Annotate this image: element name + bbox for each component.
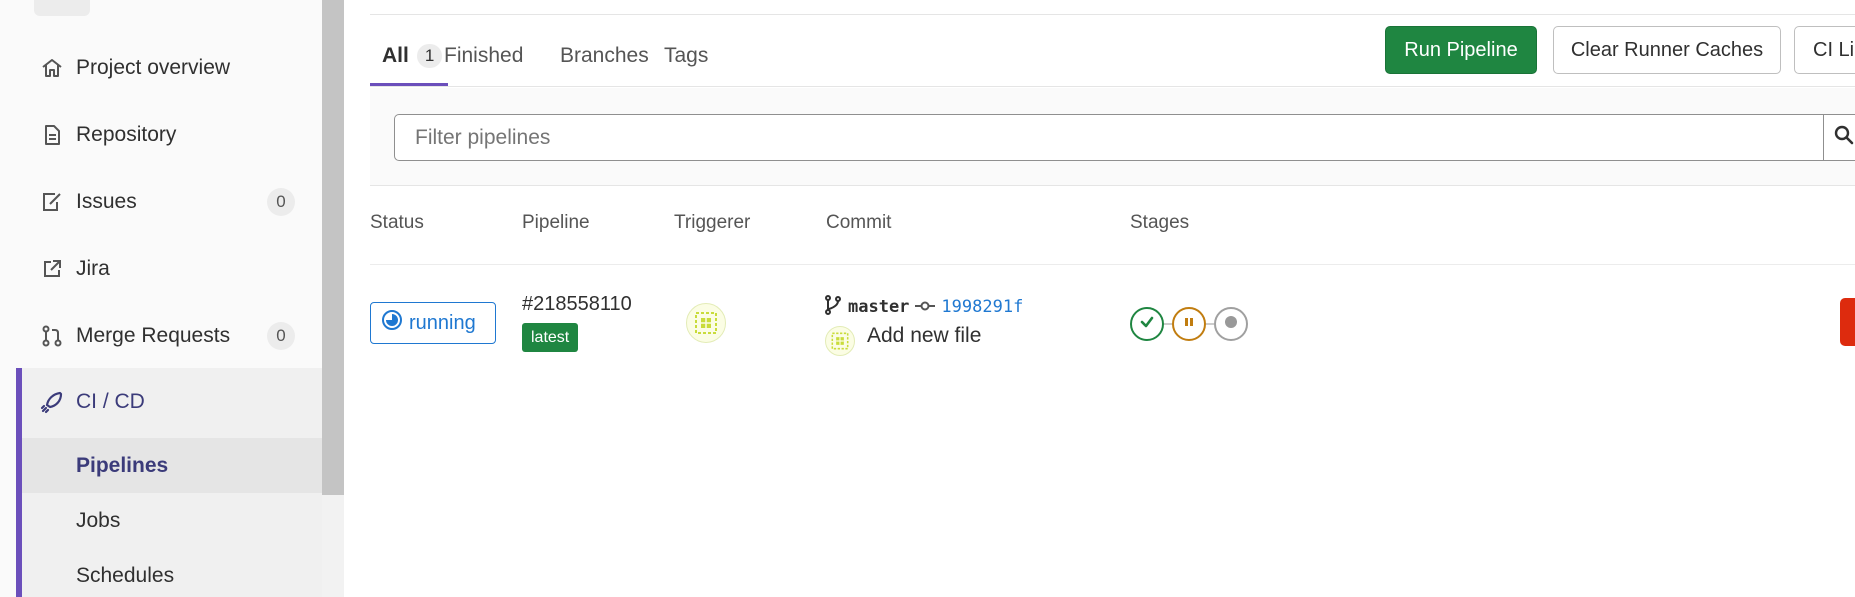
branch-name-link[interactable]: master [848, 297, 909, 317]
sidebar-subitem-label: Jobs [76, 508, 121, 532]
branch-icon [824, 294, 842, 320]
pipelines-page: All 1 Finished Branches Tags Run Pipelin… [344, 0, 1855, 597]
sidebar-item-label: Project overview [76, 55, 231, 79]
check-icon [1139, 314, 1155, 335]
sidebar-subitem-schedules[interactable]: Schedules [22, 548, 322, 597]
tab-count-badge: 1 [416, 44, 443, 68]
sidebar-item-issues[interactable]: Issues 0 [0, 168, 322, 235]
document-icon [40, 123, 64, 147]
merge-requests-count-badge: 0 [267, 321, 295, 350]
sidebar-subitem-label: Schedules [76, 563, 175, 587]
triggerer-avatar[interactable] [686, 303, 726, 343]
tab-all[interactable]: All 1 [382, 26, 443, 86]
tab-label: Tags [664, 44, 709, 67]
created-status-icon [1223, 314, 1239, 335]
commit-author-avatar[interactable] [825, 326, 855, 356]
scrollbar-gutter [322, 495, 344, 597]
column-header-triggerer: Triggerer [674, 212, 751, 233]
filter-pipelines-input[interactable] [394, 114, 1824, 161]
divider [370, 14, 1855, 15]
status-label: running [409, 311, 476, 334]
home-icon [40, 56, 64, 80]
divider [370, 264, 1855, 265]
sidebar: Project overview Repository Issues 0 Jir… [0, 0, 322, 597]
filter-bar [370, 88, 1855, 186]
tab-label: Branches [560, 44, 649, 67]
stage-connector [1206, 323, 1214, 325]
commit-title-link[interactable]: Add new file [867, 324, 981, 348]
sidebar-scrollbar[interactable] [322, 0, 344, 495]
sidebar-item-label: Jira [76, 256, 110, 280]
sidebar-item-merge-requests[interactable]: Merge Requests 0 [0, 302, 322, 369]
running-status-icon [381, 309, 403, 337]
sidebar-subitem-pipelines[interactable]: Pipelines [22, 438, 322, 493]
clear-runner-caches-button[interactable]: Clear Runner Caches [1553, 26, 1781, 74]
sidebar-item-jira[interactable]: Jira [0, 235, 322, 302]
search-button[interactable] [1823, 114, 1855, 161]
tab-label: Finished [444, 44, 524, 67]
project-avatar[interactable] [34, 0, 90, 16]
pipeline-id-link[interactable]: #218558110 [522, 293, 632, 316]
sidebar-item-repository[interactable]: Repository [0, 101, 322, 168]
sidebar-item-label: CI / CD [76, 389, 145, 413]
column-header-status: Status [370, 212, 424, 233]
tab-label: All [382, 44, 409, 67]
sidebar-subitem-jobs[interactable]: Jobs [22, 493, 322, 548]
sidebar-group-cicd: CI / CD Pipelines Jobs Schedules [16, 368, 322, 597]
stage-manual[interactable] [1172, 307, 1206, 341]
sidebar-item-project-overview[interactable]: Project overview [0, 34, 322, 101]
sidebar-item-ci-cd[interactable]: CI / CD [0, 368, 322, 435]
tab-finished[interactable]: Finished [444, 26, 523, 86]
latest-badge: latest [522, 323, 579, 352]
pipeline-stages [1130, 307, 1248, 341]
status-badge-running[interactable]: running [370, 302, 496, 344]
sidebar-item-label: Repository [76, 122, 177, 146]
cancel-pipeline-button[interactable] [1840, 298, 1855, 346]
stage-passed[interactable] [1130, 307, 1164, 341]
sidebar-item-label: Issues [76, 189, 137, 213]
issues-icon [40, 190, 64, 214]
issues-count-badge: 0 [267, 187, 295, 216]
merge-request-icon [40, 324, 64, 348]
ci-lint-button[interactable]: CI Lint [1794, 26, 1855, 74]
pause-icon [1182, 315, 1196, 334]
search-icon [1834, 125, 1854, 150]
tab-tags[interactable]: Tags [664, 26, 708, 86]
divider [370, 86, 1855, 87]
column-header-commit: Commit [826, 212, 892, 233]
commit-icon [915, 297, 936, 317]
column-header-stages: Stages [1130, 212, 1190, 233]
sidebar-item-label: Merge Requests [76, 323, 231, 347]
external-link-icon [40, 257, 64, 281]
sidebar-subitem-label: Pipelines [76, 453, 169, 477]
column-header-pipeline: Pipeline [522, 212, 590, 233]
run-pipeline-button[interactable]: Run Pipeline [1385, 26, 1537, 74]
commit-ref: master 1998291f [824, 294, 1023, 320]
stage-created[interactable] [1214, 307, 1248, 341]
rocket-icon [40, 390, 64, 414]
tab-branches[interactable]: Branches [560, 26, 649, 86]
stage-connector [1164, 323, 1172, 325]
commit-sha-link[interactable]: 1998291f [941, 297, 1023, 317]
